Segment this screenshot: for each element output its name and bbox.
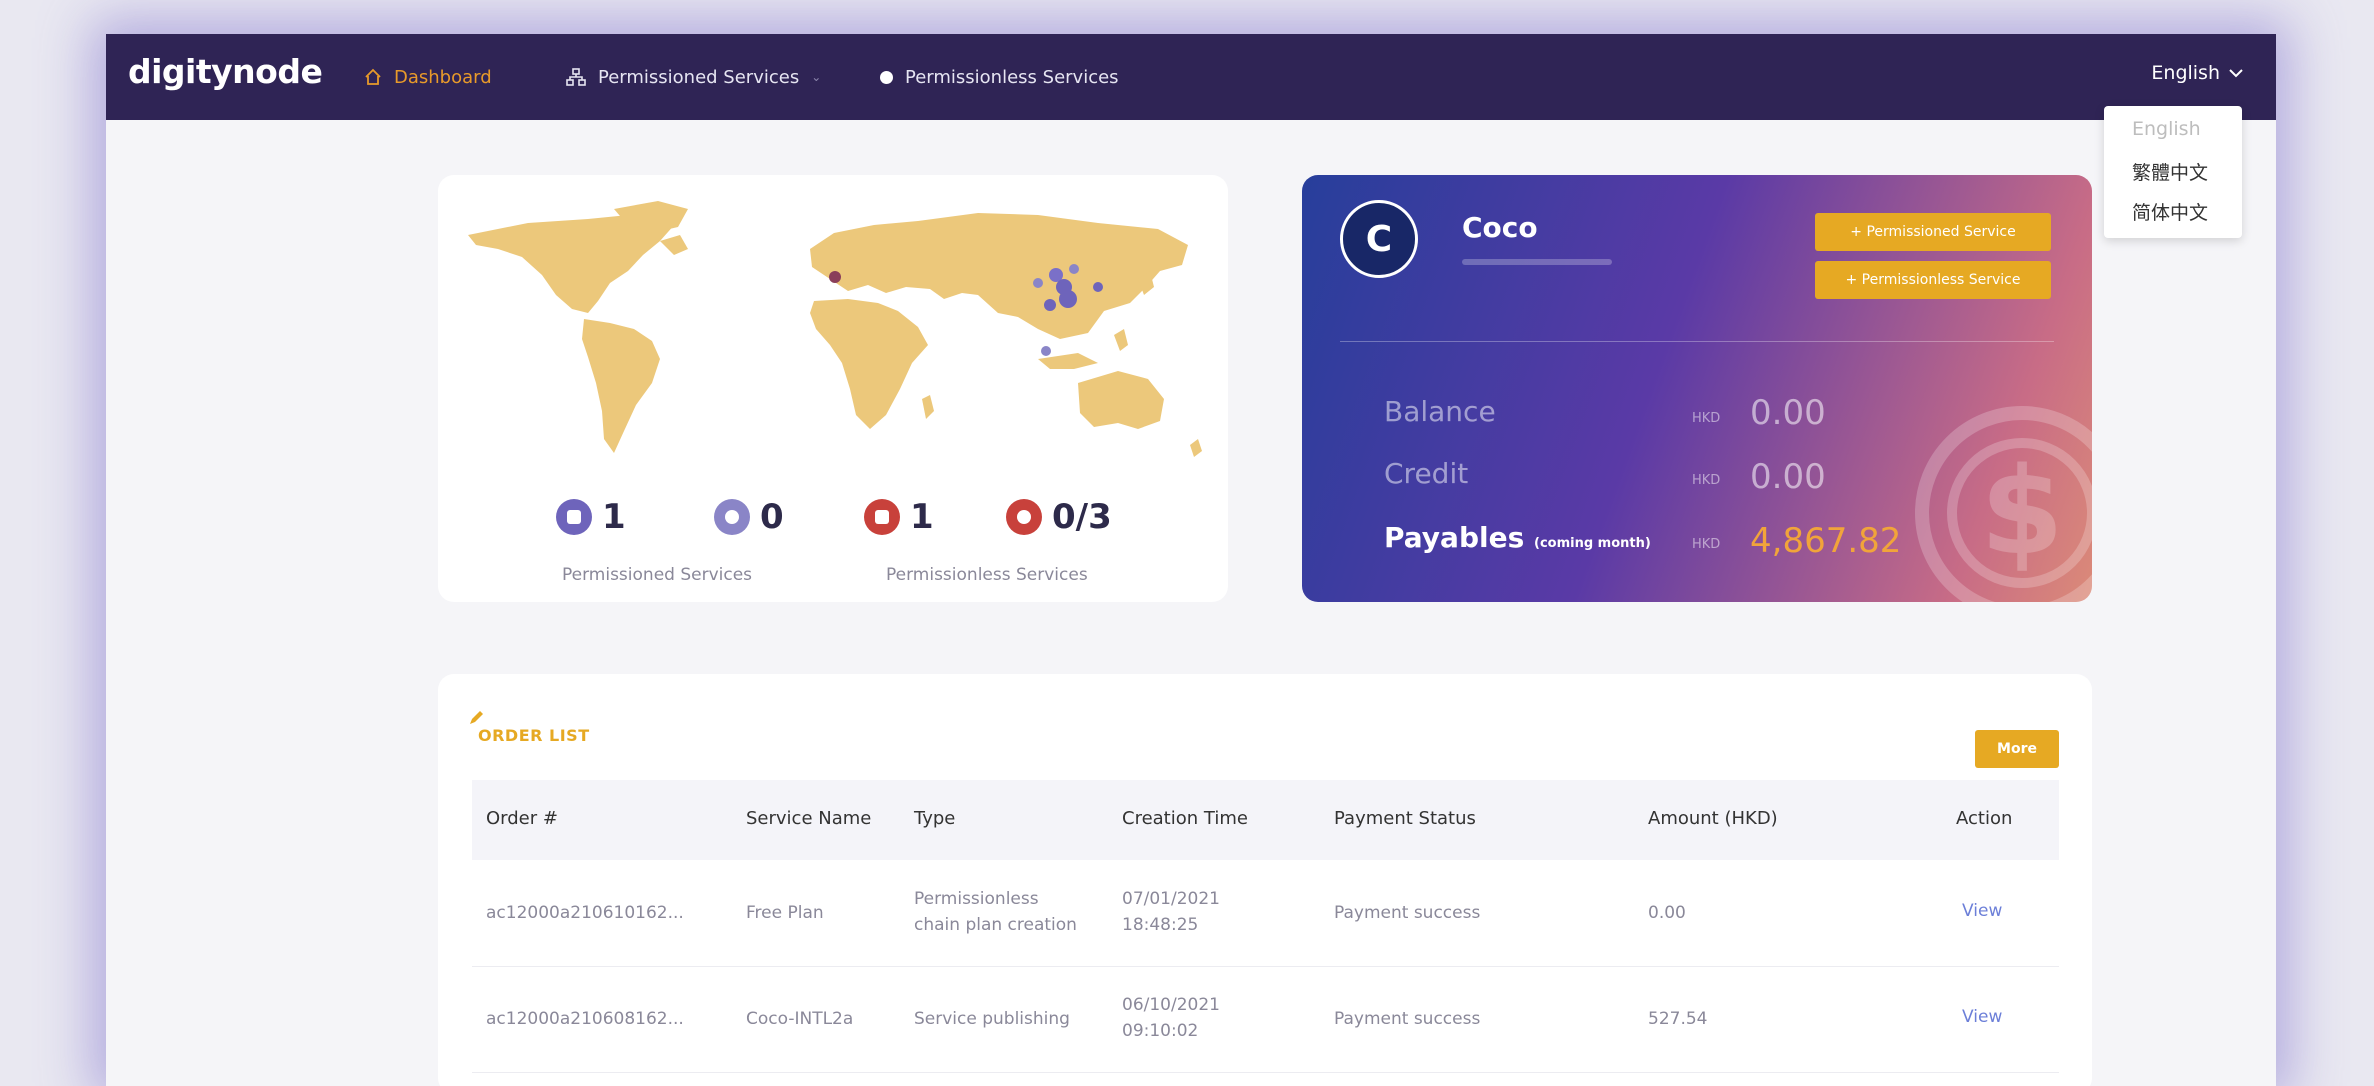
world-map (468, 201, 1202, 457)
cell-service: Free Plan (746, 903, 824, 923)
language-label: English (2151, 62, 2220, 84)
language-selector[interactable]: English (2151, 62, 2244, 84)
cell-time: 18:48:25 (1122, 915, 1199, 935)
node-icon (864, 499, 900, 535)
more-button[interactable]: More (1975, 730, 2059, 768)
col-creation-time: Creation Time (1122, 808, 1248, 829)
cell-order: ac12000a210610162... (486, 903, 684, 923)
stat-value: 0 (760, 497, 784, 537)
table-row: ac12000a210610162... Free Plan Permissio… (472, 860, 2059, 967)
payables-currency: HKD (1692, 537, 1721, 552)
table-header: Order # Service Name Type Creation Time … (472, 780, 2059, 860)
chevron-down-icon (2229, 69, 2243, 78)
caption-permissioned: Permissioned Services (562, 565, 753, 585)
nav-permissionless-label: Permissionless Services (905, 66, 1119, 88)
col-service-name: Service Name (746, 808, 872, 829)
language-option-traditional-chinese[interactable]: 繁體中文 (2132, 158, 2208, 185)
stat-permissionless-running: 1 (864, 497, 934, 537)
caption-permissionless: Permissionless Services (886, 565, 1088, 585)
payables-note: (coming month) (1534, 536, 1651, 551)
stat-value: 1 (910, 497, 934, 537)
pencil-icon (470, 711, 483, 724)
col-payment-status: Payment Status (1334, 808, 1476, 829)
service-stats: 1 0 1 0/3 (438, 497, 1228, 547)
dot-icon (880, 70, 893, 84)
chevron-down-icon: ⌄ (811, 70, 822, 84)
account-summary-card: $ C Coco + Permissioned Service + Permis… (1302, 175, 2092, 602)
credit-label: Credit (1384, 457, 1469, 490)
stat-value: 0/3 (1052, 497, 1112, 537)
credit-currency: HKD (1692, 473, 1721, 488)
server-icon (556, 499, 592, 535)
balance-value: 0.00 (1750, 393, 1826, 433)
cell-type: Permissionless chain plan creation (914, 886, 1077, 938)
payables-text: Payables (1384, 521, 1525, 554)
cell-type-line1: Service publishing (914, 1009, 1070, 1029)
node-icon (1006, 499, 1042, 535)
cell-creation-time: 06/10/2021 09:10:02 (1122, 992, 1220, 1044)
app-window: digitynode Dashboard Permissioned Servic… (106, 34, 2276, 1086)
col-action: Action (1956, 808, 2013, 829)
cell-amount: 527.54 (1648, 1009, 1708, 1029)
cell-time: 09:10:02 (1122, 1021, 1199, 1041)
stat-permissionless-quota: 0/3 (1006, 497, 1112, 537)
credit-value: 0.00 (1750, 457, 1826, 497)
stat-permissioned-pending: 0 (714, 497, 784, 537)
cell-status: Payment success (1334, 1009, 1481, 1029)
stat-value: 1 (602, 497, 626, 537)
col-order: Order # (486, 808, 558, 829)
brand-logo[interactable]: digitynode (128, 52, 323, 91)
stat-permissioned-running: 1 (556, 497, 626, 537)
order-list-title: ORDER LIST (478, 726, 590, 745)
cell-creation-time: 07/01/2021 18:48:25 (1122, 886, 1220, 938)
server-icon (714, 499, 750, 535)
col-type: Type (914, 808, 956, 829)
cell-type: Service publishing (914, 1006, 1070, 1032)
nav-permissioned-services[interactable]: Permissioned Services ⌄ (566, 64, 821, 90)
language-option-simplified-chinese[interactable]: 简体中文 (2132, 198, 2208, 225)
view-link[interactable]: View (1962, 898, 2002, 924)
cell-order: ac12000a210608162... (486, 1009, 684, 1029)
payables-value: 4,867.82 (1750, 521, 1902, 561)
add-permissionless-service-button[interactable]: + Permissionless Service (1815, 261, 2051, 299)
user-name: Coco (1462, 211, 1538, 244)
language-dropdown: English 繁體中文 简体中文 (2104, 106, 2242, 238)
balance-label: Balance (1384, 395, 1496, 428)
nav-dashboard[interactable]: Dashboard (364, 64, 492, 90)
cell-service: Coco-INTL2a (746, 1009, 854, 1029)
nav-permissionless-services[interactable]: Permissionless Services (880, 64, 1119, 90)
cell-amount: 0.00 (1648, 903, 1686, 923)
avatar[interactable]: C (1340, 200, 1418, 278)
divider (1340, 341, 2054, 342)
language-option-english[interactable]: English (2132, 118, 2201, 140)
view-link[interactable]: View (1962, 1004, 2002, 1030)
home-icon (365, 68, 381, 85)
col-amount: Amount (HKD) (1648, 808, 1778, 829)
dollar-icon: $ (1915, 406, 2092, 602)
network-icon (566, 68, 586, 86)
cell-date: 07/01/2021 (1122, 889, 1220, 909)
cell-status: Payment success (1334, 903, 1481, 923)
order-list-card: ORDER LIST More Order # Service Name Typ… (438, 674, 2092, 1086)
cell-type-line1: Permissionless (914, 889, 1039, 909)
payables-label: Payables (coming month) (1384, 521, 1651, 554)
nav-dashboard-label: Dashboard (394, 66, 492, 88)
svg-text:$: $ (1980, 443, 2064, 582)
balance-currency: HKD (1692, 411, 1721, 426)
top-navbar: digitynode Dashboard Permissioned Servic… (106, 34, 2276, 120)
cell-type-line2: chain plan creation (914, 915, 1077, 935)
table-row: ac12000a210608162... Coco-INTL2a Service… (472, 966, 2059, 1073)
add-permissioned-service-button[interactable]: + Permissioned Service (1815, 213, 2051, 251)
service-map-card: 1 0 1 0/3 Permissioned Services Permissi… (438, 175, 1228, 602)
nav-permissioned-label: Permissioned Services (598, 66, 800, 88)
user-email (1462, 259, 1612, 265)
cell-date: 06/10/2021 (1122, 995, 1220, 1015)
